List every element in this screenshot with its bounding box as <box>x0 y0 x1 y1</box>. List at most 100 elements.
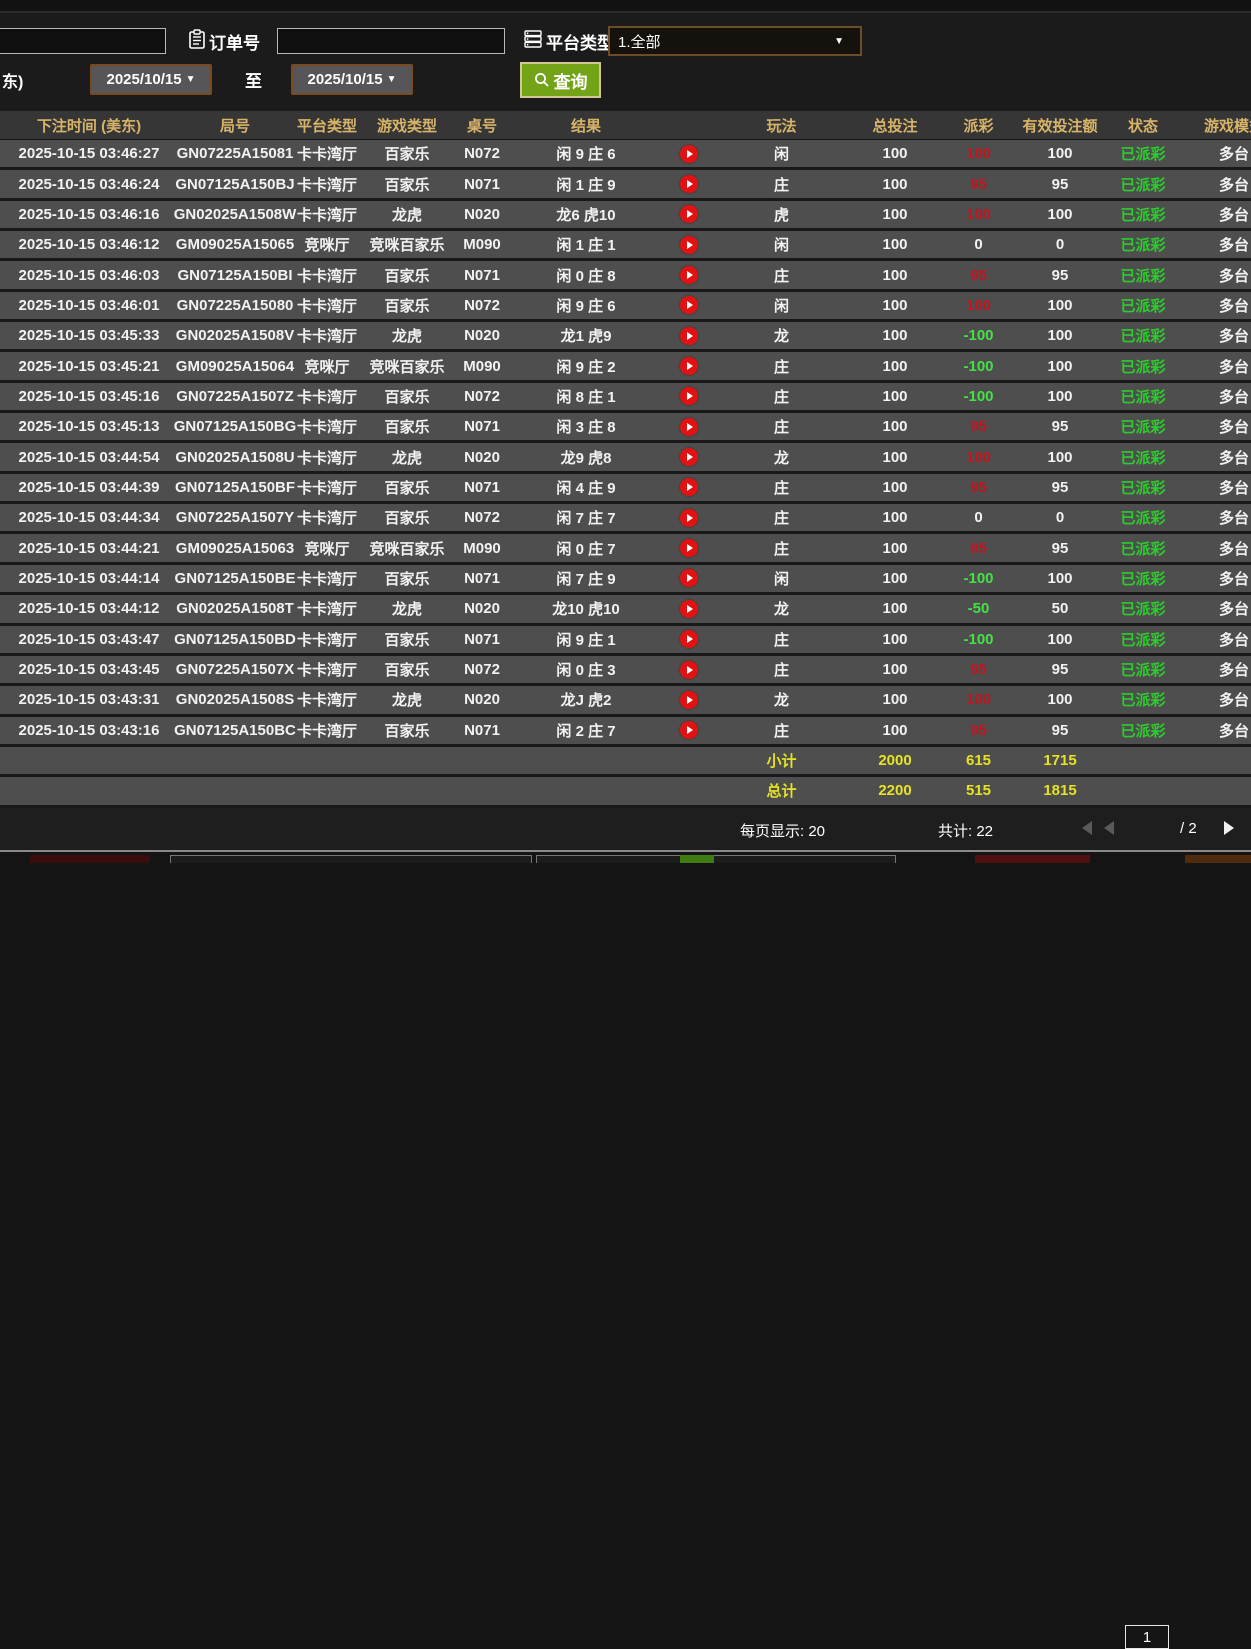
cell-platform: 卡卡湾厅 <box>292 477 362 498</box>
cell-platform: 卡卡湾厅 <box>292 720 362 741</box>
play-icon[interactable] <box>680 661 698 679</box>
cell-platform: 卡卡湾厅 <box>292 598 362 619</box>
play-icon[interactable] <box>680 296 698 314</box>
cell-play: 庄 <box>718 356 845 377</box>
cell-play: 闲 <box>718 295 845 316</box>
cell-bet: 100 <box>845 145 945 162</box>
cell-round: GN07125A150BF <box>178 479 292 496</box>
page-number-input[interactable] <box>1125 1625 1169 1649</box>
play-icon[interactable] <box>680 418 698 436</box>
subtotal-bet: 2000 <box>845 752 945 769</box>
cell-media <box>660 539 718 557</box>
prev-page-icon[interactable] <box>1104 821 1114 835</box>
cell-round: GN07225A15081 <box>178 145 292 162</box>
play-icon[interactable] <box>680 236 698 254</box>
table-row: 2025-10-15 03:46:27GN07225A15081卡卡湾厅百家乐N… <box>0 140 1251 170</box>
table-header-cell: 状态 <box>1108 115 1178 136</box>
left-search-input[interactable] <box>0 28 166 54</box>
clipboard-icon <box>187 29 207 49</box>
play-icon[interactable] <box>680 569 698 587</box>
cell-status: 已派彩 <box>1108 507 1178 528</box>
cell-table_no: M090 <box>452 236 512 253</box>
first-page-icon[interactable] <box>1082 821 1092 835</box>
date-label-partial: 东) <box>2 68 23 92</box>
cell-time: 2025-10-15 03:46:01 <box>0 297 178 314</box>
platform-type-select[interactable]: 1.全部 ▼ <box>608 26 862 56</box>
cell-game: 百家乐 <box>362 568 452 589</box>
next-page-icon[interactable] <box>1224 821 1234 835</box>
cell-valid: 95 <box>1012 722 1108 739</box>
filter-bar: 订单号 平台类型 1.全部 ▼ 东) 2025/10/15 ▼ 至 2025/1… <box>0 13 1251 111</box>
play-icon[interactable] <box>680 266 698 284</box>
cell-media <box>660 630 718 648</box>
table-row: 2025-10-15 03:45:13GN07125A150BG卡卡湾厅百家乐N… <box>0 413 1251 443</box>
cell-bet: 100 <box>845 661 945 678</box>
total-bet: 2200 <box>845 782 945 799</box>
cell-platform: 卡卡湾厅 <box>292 568 362 589</box>
table-row: 2025-10-15 03:43:45GN07225A1507X卡卡湾厅百家乐N… <box>0 656 1251 686</box>
play-icon[interactable] <box>680 600 698 618</box>
cell-payout: 95 <box>945 540 1012 557</box>
play-icon[interactable] <box>680 387 698 405</box>
total-valid: 1815 <box>1012 782 1108 799</box>
cell-round: GN07225A1507Z <box>178 388 292 405</box>
bet-records-table: 下注时间 (美东)局号平台类型游戏类型桌号结果玩法总投注派彩有效投注额状态游戏模… <box>0 111 1251 808</box>
cell-table_no: N072 <box>452 509 512 526</box>
cell-result: 闲 9 庄 1 <box>512 629 660 650</box>
cell-platform: 卡卡湾厅 <box>292 325 362 346</box>
cell-media <box>660 175 718 193</box>
cell-valid: 95 <box>1012 418 1108 435</box>
cell-status: 已派彩 <box>1108 204 1178 225</box>
cell-valid: 100 <box>1012 358 1108 375</box>
background-fragment <box>680 855 714 863</box>
cell-table_no: N071 <box>452 479 512 496</box>
table-row: 2025-10-15 03:45:16GN07225A1507Z卡卡湾厅百家乐N… <box>0 383 1251 413</box>
cell-status: 已派彩 <box>1108 265 1178 286</box>
cell-valid: 95 <box>1012 267 1108 284</box>
play-icon[interactable] <box>680 509 698 527</box>
cell-round: GN07125A150BJ <box>178 176 292 193</box>
cell-mode: 多台 <box>1178 659 1251 680</box>
table-header-cell: 游戏类型 <box>362 115 452 136</box>
play-icon[interactable] <box>680 721 698 739</box>
cell-platform: 卡卡湾厅 <box>292 629 362 650</box>
play-icon[interactable] <box>680 691 698 709</box>
date-to-select[interactable]: 2025/10/15 ▼ <box>291 64 413 95</box>
play-icon[interactable] <box>680 327 698 345</box>
server-list-icon <box>523 29 543 49</box>
cell-mode: 多台 <box>1178 447 1251 468</box>
cell-result: 闲 2 庄 7 <box>512 720 660 741</box>
cell-payout: 100 <box>945 145 1012 162</box>
cell-play: 龙 <box>718 325 845 346</box>
cell-bet: 100 <box>845 600 945 617</box>
query-button[interactable]: 查询 <box>520 62 601 98</box>
cell-play: 庄 <box>718 507 845 528</box>
play-icon[interactable] <box>680 539 698 557</box>
cell-time: 2025-10-15 03:43:31 <box>0 691 178 708</box>
cell-play: 龙 <box>718 598 845 619</box>
cell-result: 闲 9 庄 6 <box>512 295 660 316</box>
play-icon[interactable] <box>680 478 698 496</box>
date-from-value: 2025/10/15 <box>107 71 182 88</box>
cell-result: 龙6 虎10 <box>512 204 660 225</box>
cell-bet: 100 <box>845 479 945 496</box>
cell-result: 闲 0 庄 8 <box>512 265 660 286</box>
cell-bet: 100 <box>845 236 945 253</box>
table-row: 2025-10-15 03:46:16GN02025A1508W卡卡湾厅龙虎N0… <box>0 201 1251 231</box>
cell-media <box>660 569 718 587</box>
play-icon[interactable] <box>680 145 698 163</box>
table-row: 2025-10-15 03:44:34GN07225A1507Y卡卡湾厅百家乐N… <box>0 504 1251 534</box>
cell-result: 龙J 虎2 <box>512 689 660 710</box>
play-icon[interactable] <box>680 357 698 375</box>
play-icon[interactable] <box>680 205 698 223</box>
cell-table_no: N071 <box>452 418 512 435</box>
cell-bet: 100 <box>845 509 945 526</box>
play-icon[interactable] <box>680 448 698 466</box>
play-icon[interactable] <box>680 175 698 193</box>
cell-table_no: N071 <box>452 176 512 193</box>
order-number-input[interactable] <box>277 28 505 54</box>
play-icon[interactable] <box>680 630 698 648</box>
date-from-select[interactable]: 2025/10/15 ▼ <box>90 64 212 95</box>
cell-payout: -100 <box>945 570 1012 587</box>
cell-media <box>660 478 718 496</box>
